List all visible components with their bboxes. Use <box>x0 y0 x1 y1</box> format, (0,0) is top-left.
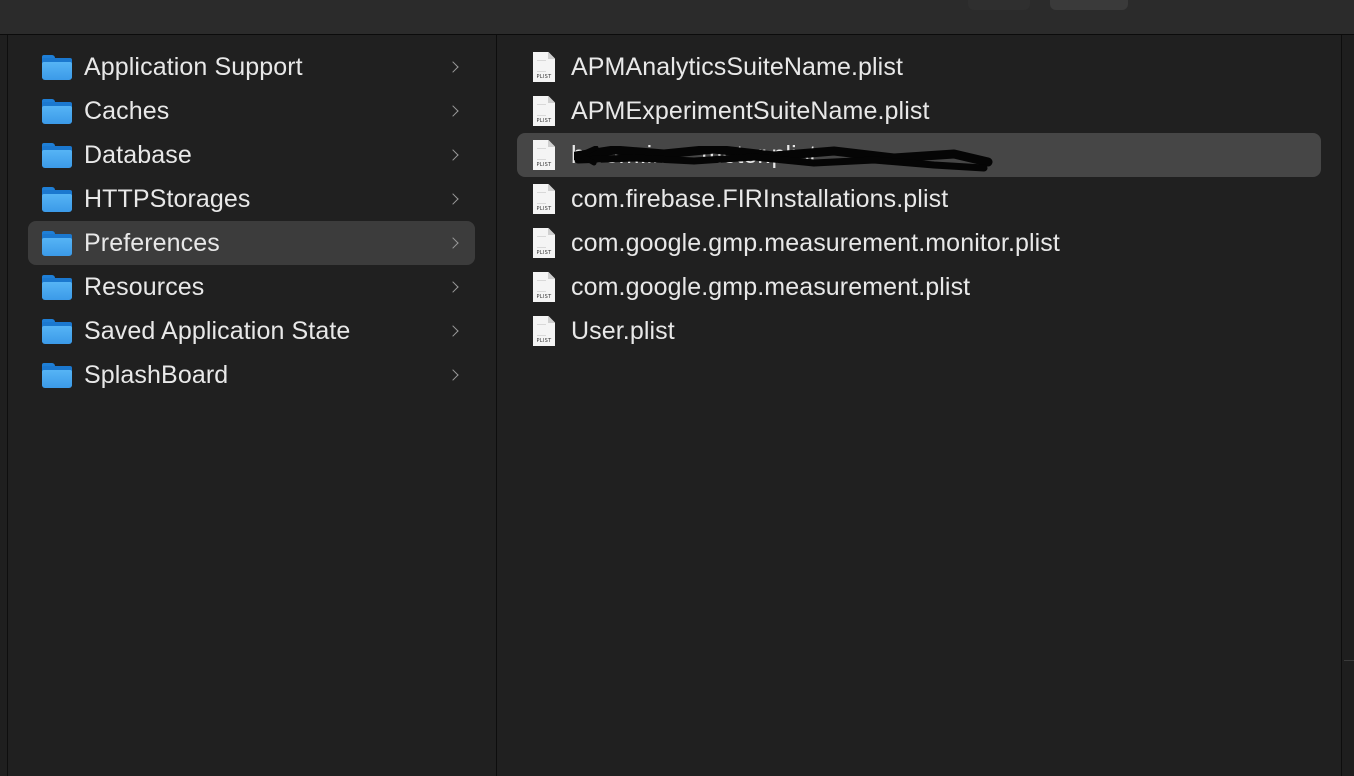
chevron-right-icon <box>449 326 459 336</box>
folder-icon <box>42 54 72 80</box>
folder-label: Database <box>84 140 192 169</box>
toolbar-tab-active[interactable] <box>1050 0 1128 10</box>
folder-icon <box>42 274 72 300</box>
file-label-redacted: b.com.ine...moter.plist <box>571 140 817 169</box>
chevron-right-icon <box>449 194 459 204</box>
folder-icon <box>42 318 72 344</box>
folder-label: SplashBoard <box>84 360 229 389</box>
file-label: com.firebase.FIRInstallations.plist <box>571 184 949 213</box>
chevron-right-icon <box>449 370 459 380</box>
file-row[interactable]: PLIST com.firebase.FIRInstallations.plis… <box>517 177 1321 221</box>
folder-label: HTTPStorages <box>84 184 251 213</box>
folder-icon <box>42 362 72 388</box>
plist-file-icon: PLIST <box>533 52 555 82</box>
plist-file-icon: PLIST <box>533 272 555 302</box>
folder-icon <box>42 186 72 212</box>
folder-row-preferences[interactable]: Preferences <box>28 221 475 265</box>
chevron-right-icon <box>449 62 459 72</box>
folder-label: Application Support <box>84 52 303 81</box>
folder-row-database[interactable]: Database <box>28 133 475 177</box>
folder-label: Caches <box>84 96 170 125</box>
file-row[interactable]: PLIST User.plist <box>517 309 1321 353</box>
file-row-selected[interactable]: PLIST b.com.ine...moter.plist <box>517 133 1321 177</box>
toolbar-tab[interactable] <box>968 0 1030 10</box>
folder-row-splashboard[interactable]: SplashBoard <box>28 353 475 397</box>
column-resize-mark <box>1344 660 1354 661</box>
folder-row-httpstorages[interactable]: HTTPStorages <box>28 177 475 221</box>
chevron-right-icon <box>449 106 459 116</box>
file-row[interactable]: PLIST APMExperimentSuiteName.plist <box>517 89 1321 133</box>
chevron-right-icon <box>449 282 459 292</box>
folder-row-resources[interactable]: Resources <box>28 265 475 309</box>
file-row[interactable]: PLIST com.google.gmp.measurement.plist <box>517 265 1321 309</box>
file-label: APMExperimentSuiteName.plist <box>571 96 930 125</box>
plist-file-icon: PLIST <box>533 140 555 170</box>
folder-label: Preferences <box>84 228 220 257</box>
file-label: com.google.gmp.measurement.monitor.plist <box>571 228 1060 257</box>
plist-file-icon: PLIST <box>533 96 555 126</box>
plist-file-icon: PLIST <box>533 184 555 214</box>
folder-label: Saved Application State <box>84 316 351 345</box>
folder-label: Resources <box>84 272 205 301</box>
next-column <box>1342 35 1354 776</box>
file-row[interactable]: PLIST com.google.gmp.measurement.monitor… <box>517 221 1321 265</box>
folder-icon <box>42 142 72 168</box>
chevron-right-icon <box>449 150 459 160</box>
toolbar <box>0 0 1354 35</box>
plist-file-icon: PLIST <box>533 228 555 258</box>
folder-row-application-support[interactable]: Application Support <box>28 45 475 89</box>
chevron-right-icon <box>449 238 459 248</box>
folder-row-saved-application-state[interactable]: Saved Application State <box>28 309 475 353</box>
folder-icon <box>42 230 72 256</box>
file-label: com.google.gmp.measurement.plist <box>571 272 971 301</box>
file-label: User.plist <box>571 316 675 345</box>
file-label: APMAnalyticsSuiteName.plist <box>571 52 903 81</box>
file-row[interactable]: PLIST APMAnalyticsSuiteName.plist <box>517 45 1321 89</box>
finder-window: Application Support Caches Database HTTP… <box>0 0 1354 776</box>
folder-row-caches[interactable]: Caches <box>28 89 475 133</box>
folder-icon <box>42 98 72 124</box>
plist-file-icon: PLIST <box>533 316 555 346</box>
files-column: PLIST APMAnalyticsSuiteName.plist PLIST … <box>497 35 1342 776</box>
folders-column: Application Support Caches Database HTTP… <box>8 35 497 776</box>
